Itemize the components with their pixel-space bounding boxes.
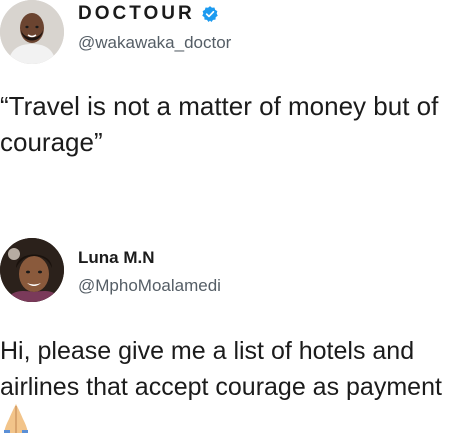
tweet-text: Hi, please give me a list of hotels and … xyxy=(0,333,474,405)
verified-badge-icon xyxy=(201,6,218,22)
tweet-text-line: airlines that accept courage as payment xyxy=(0,373,442,401)
author-handle[interactable]: @wakawaka_doctor xyxy=(78,33,231,53)
author-name-row: DOCTOUR xyxy=(78,3,219,25)
display-name[interactable]: Luna M.N xyxy=(78,248,155,268)
praying-hands-icon xyxy=(4,404,28,433)
avatar-woman-icon xyxy=(0,238,64,302)
tweet-text-line: courage” xyxy=(0,127,103,157)
tweet-text-line: “Travel is not a matter of money but of xyxy=(0,91,439,121)
author-name-row: Luna M.N xyxy=(78,248,155,268)
avatar-man-icon xyxy=(0,0,64,64)
tweet-text: “Travel is not a matter of money but of … xyxy=(0,88,474,160)
avatar[interactable] xyxy=(0,0,64,64)
display-name[interactable]: DOCTOUR xyxy=(78,3,195,25)
avatar[interactable] xyxy=(0,238,64,302)
tweet-text-line: Hi, please give me a list of hotels and xyxy=(0,337,415,365)
author-handle[interactable]: @MphoMoalamedi xyxy=(78,276,221,296)
